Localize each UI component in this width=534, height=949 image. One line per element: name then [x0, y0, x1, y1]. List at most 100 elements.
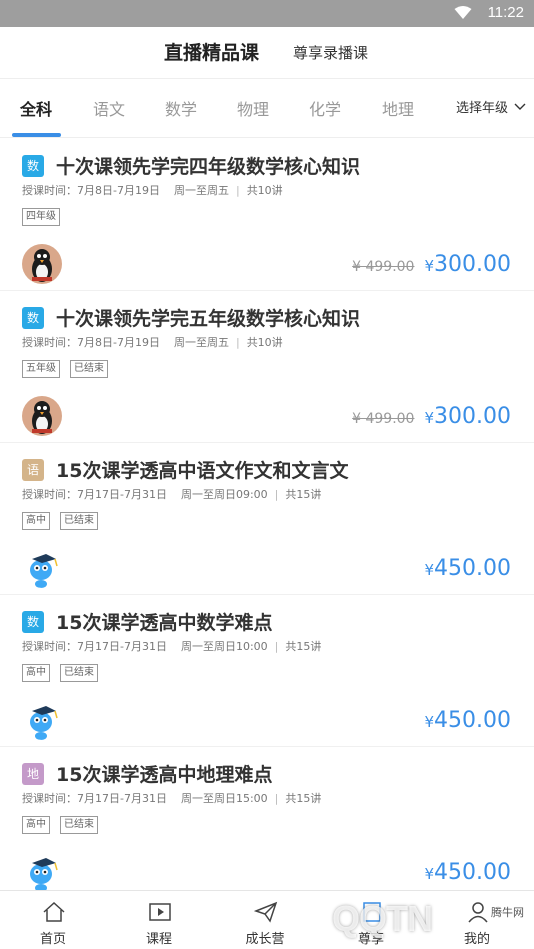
course-tags: 四年级 — [22, 208, 60, 226]
course-days: 周一至周五 — [173, 184, 229, 197]
course-count: 共15讲 — [285, 792, 322, 805]
course-time: 授课时间：7月8日-7月19日 — [22, 336, 160, 349]
course-card[interactable]: 语 15次课学透高中语文作文和文言文 授课时间：7月17日-7月31日 周一至周日09… — [0, 443, 534, 595]
course-tag: 已结束 — [60, 512, 98, 530]
course-days: 周一至周日15:00 — [180, 792, 268, 805]
course-list: 数十次课领先学完四年级数学核心知识 授课时间：7月8日-7月19日 周一至周五 | 共1… — [0, 139, 534, 899]
wifi-icon — [454, 6, 472, 19]
price-value: 450.00 — [434, 556, 511, 581]
tab-physics[interactable]: 物理 — [237, 96, 269, 120]
tab-recorded-courses[interactable]: 尊享录播课 — [293, 42, 368, 63]
tab-live-courses[interactable]: 直播精品课 — [164, 38, 259, 65]
top-header: 直播精品课 尊享录播课 — [0, 27, 534, 79]
course-tag: 高中 — [22, 512, 50, 530]
course-time: 授课时间：7月17日-7月31日 — [22, 792, 167, 805]
course-tags: 五年级 已结束 — [22, 360, 108, 378]
subject-badge: 语 — [22, 459, 44, 481]
course-schedule: 授课时间：7月17日-7月31日 周一至周日15:00 | 共15讲 — [22, 790, 321, 806]
original-price: ¥ 499.00 — [352, 259, 415, 275]
active-tab-indicator — [12, 133, 61, 137]
meta-separator: | — [274, 792, 279, 805]
course-tag: 已结束 — [60, 816, 98, 834]
price-value: 450.00 — [434, 708, 511, 733]
price-symbol: ¥ — [424, 561, 435, 579]
meta-separator: | — [235, 184, 240, 197]
course-count: 共15讲 — [285, 640, 322, 653]
course-time: 授课时间：7月8日-7月19日 — [22, 184, 160, 197]
course-tags: 高中 已结束 — [22, 816, 98, 834]
course-days: 周一至周日10:00 — [180, 640, 268, 653]
course-tags: 高中 已结束 — [22, 512, 98, 530]
course-price: ¥300.00 — [424, 252, 511, 277]
course-tag: 高中 — [22, 664, 50, 682]
grade-select-label: 选择年级 — [455, 101, 508, 116]
penguin-avatar — [22, 396, 62, 436]
original-price: ¥ 499.00 — [352, 411, 415, 427]
course-time: 授课时间：7月17日-7月31日 — [22, 640, 167, 653]
tab-chemistry[interactable]: 化学 — [309, 96, 341, 120]
tab-geography[interactable]: 地理 — [382, 96, 414, 120]
course-time: 授课时间：7月17日-7月31日 — [22, 488, 167, 501]
play-icon — [149, 903, 171, 921]
course-days: 周一至周五 — [173, 336, 229, 349]
tabbar-courses-label: 课程 — [145, 932, 172, 947]
course-title: 15次课学透高中地理难点 — [56, 764, 273, 786]
mascot-avatar — [22, 548, 62, 588]
mascot-avatar — [22, 700, 62, 740]
watermark-logo: QQTN — [332, 898, 433, 939]
course-count: 共10讲 — [246, 184, 283, 197]
tabbar-home[interactable]: 首页 — [0, 891, 106, 949]
chevron-down-icon — [514, 103, 526, 110]
tab-all[interactable]: 全科 — [20, 96, 52, 120]
subject-badge: 数 — [22, 307, 44, 329]
watermark: QQTN 腾牛网 — [328, 898, 528, 946]
course-price: ¥450.00 — [424, 860, 511, 885]
course-prices: ¥ 499.00 ¥300.00 — [352, 404, 511, 429]
status-bar: 11:22 — [0, 0, 534, 27]
meta-separator: | — [274, 488, 279, 501]
price-symbol: ¥ — [424, 713, 435, 731]
course-schedule: 授课时间：7月8日-7月19日 周一至周五 | 共10讲 — [22, 334, 283, 350]
penguin-avatar — [22, 244, 62, 284]
send-icon — [254, 901, 278, 923]
course-price: ¥450.00 — [424, 708, 511, 733]
mascot-avatar — [22, 852, 62, 892]
course-schedule: 授课时间：7月17日-7月31日 周一至周日09:00 | 共15讲 — [22, 486, 321, 502]
meta-separator: | — [274, 640, 279, 653]
course-tag: 五年级 — [22, 360, 60, 378]
price-value: 300.00 — [434, 252, 511, 277]
course-tag: 四年级 — [22, 208, 60, 226]
meta-separator: | — [235, 336, 240, 349]
subject-tabs: 全科 语文 数学 物理 化学 地理 选择年级 — [0, 79, 534, 138]
course-title: 15次课学透高中数学难点 — [56, 612, 273, 634]
course-count: 共15讲 — [285, 488, 322, 501]
course-tag: 已结束 — [70, 360, 108, 378]
course-count: 共10讲 — [246, 336, 283, 349]
price-symbol: ¥ — [424, 409, 435, 427]
course-schedule: 授课时间：7月8日-7月19日 周一至周五 | 共10讲 — [22, 182, 283, 198]
course-prices: ¥450.00 — [424, 556, 511, 581]
course-schedule: 授课时间：7月17日-7月31日 周一至周日10:00 | 共15讲 — [22, 638, 321, 654]
subject-badge: 数 — [22, 611, 44, 633]
course-price: ¥300.00 — [424, 404, 511, 429]
price-value: 450.00 — [434, 860, 511, 885]
course-prices: ¥450.00 — [424, 708, 511, 733]
subject-badge: 数 — [22, 155, 44, 177]
course-prices: ¥450.00 — [424, 860, 511, 885]
tabbar-courses[interactable]: 课程 — [106, 891, 212, 949]
tab-math[interactable]: 数学 — [165, 96, 197, 120]
course-card[interactable]: 数 15次课学透高中数学难点授课时间：7月17日-7月31日 周一至周日10:00 |… — [0, 595, 534, 747]
home-icon — [43, 901, 65, 922]
watermark-site: 腾牛网 — [491, 906, 524, 919]
tabbar-home-label: 首页 — [39, 932, 66, 947]
tabbar-growth-camp[interactable]: 成长营 — [212, 891, 318, 949]
course-prices: ¥ 499.00 ¥300.00 — [352, 252, 511, 277]
course-card[interactable]: 数十次课领先学完五年级数学核心知识 授课时间：7月8日-7月19日 周一至周五 | 共1… — [0, 291, 534, 443]
course-card[interactable]: 地 15次课学透高中地理难点 授课时间：7月17日-7月31日 周一至周日15:00 |… — [0, 747, 534, 899]
grade-select[interactable]: 选择年级 — [456, 97, 526, 116]
tab-chinese[interactable]: 语文 — [93, 96, 125, 120]
course-card[interactable]: 数十次课领先学完四年级数学核心知识授课时间：7月8日-7月19日 周一至周五 | 共1… — [0, 139, 534, 291]
price-value: 300.00 — [434, 404, 511, 429]
course-title: 十次课领先学完四年级数学核心知识 — [56, 156, 361, 178]
price-symbol: ¥ — [424, 865, 435, 883]
